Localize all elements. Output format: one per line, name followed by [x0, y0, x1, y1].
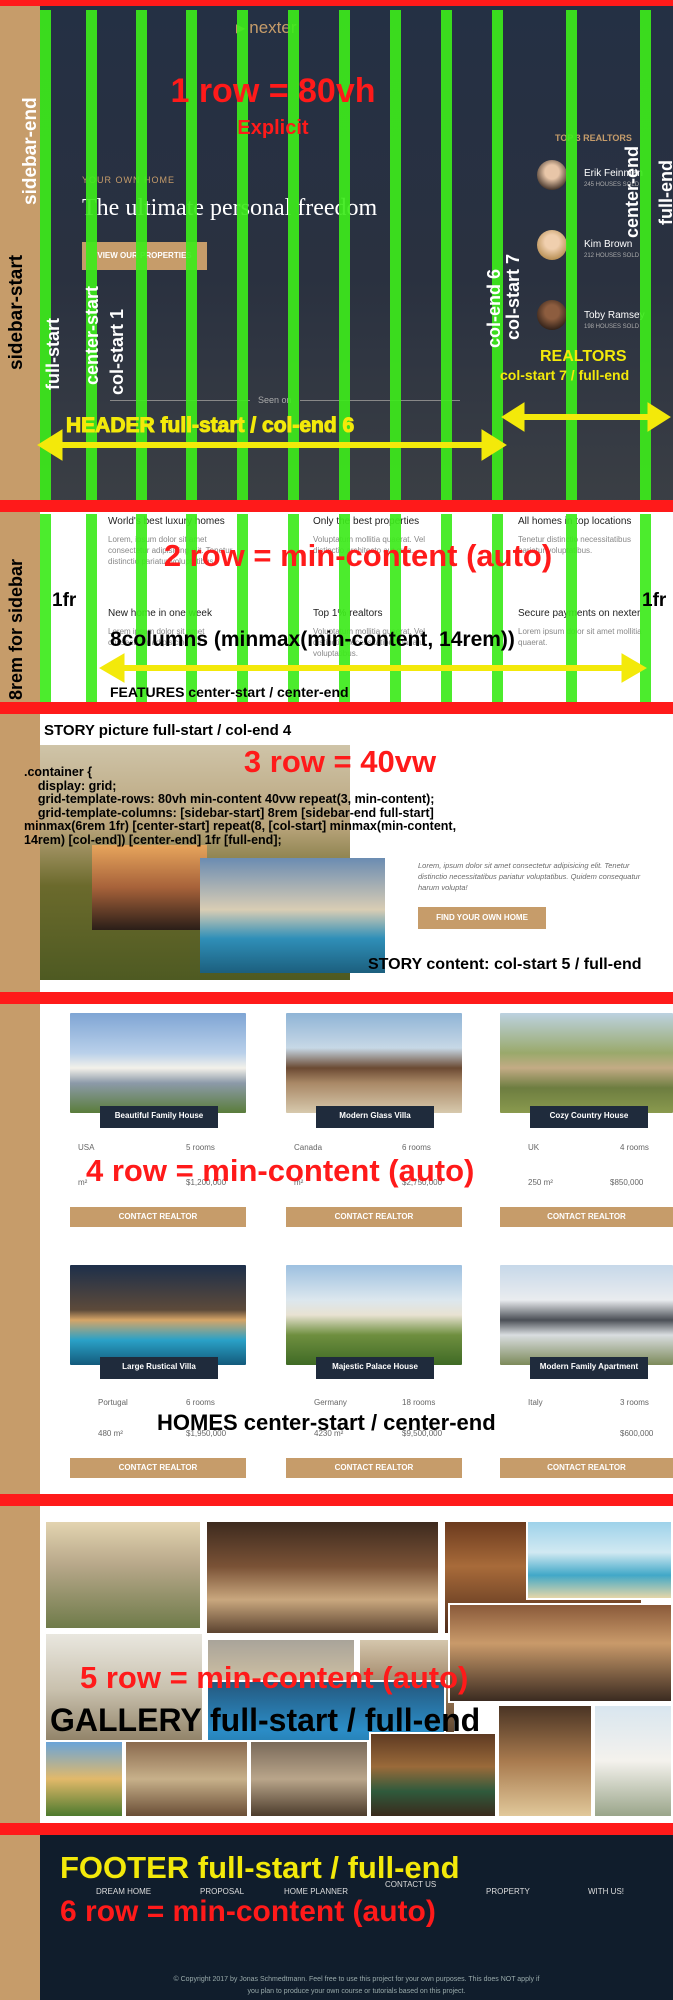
realtors-span-arrow-right-head [647, 402, 671, 432]
code-line-3: grid-template-rows: 80vh min-content 40v… [24, 792, 435, 806]
story-content-label: STORY content: col-start 5 / full-end [368, 956, 642, 973]
code-line-2: display: grid; [24, 778, 117, 793]
row-4-label: 4 row = min-content (auto) [86, 1153, 475, 1188]
features-span-arrow-right-head [621, 653, 647, 683]
header-area-label: HEADER full-start / col-end 6 [65, 414, 355, 438]
row-2-label: 2 row = min-content (auto) [163, 538, 553, 573]
code-line-6: 14rem) [col-end]) [center-end] 1fr [full… [24, 832, 282, 847]
fr-right-label: 1fr [642, 590, 667, 611]
columns-note-label: 8columns (minmax(min-content, 14rem)) [110, 628, 515, 651]
header-span-arrow-left-head [37, 429, 63, 461]
homes-area-label: HOMES center-start / center-end [157, 1410, 496, 1435]
header-span-arrow-right-head [481, 429, 507, 461]
story-picture-label: STORY picture full-start / col-end 4 [44, 722, 292, 739]
features-span-arrow-left-head [99, 653, 125, 683]
grid-css-code: .container { display: grid; grid-templat… [24, 765, 457, 847]
sidebar-width-label: 8rem for sidebar [6, 558, 26, 700]
code-line-1: .container { [24, 765, 93, 779]
row-6-label: 6 row = min-content (auto) [60, 1895, 436, 1928]
features-area-label: FEATURES center-start / center-end [110, 684, 349, 700]
code-line-4: grid-template-columns: [sidebar-start] 8… [24, 805, 434, 820]
row-5-label: 5 row = min-content (auto) [80, 1660, 469, 1695]
realtors-span-arrow-left-head [501, 402, 525, 432]
fr-left-label: 1fr [52, 590, 77, 611]
gallery-area-label: GALLERY full-start / full-end [50, 1702, 481, 1738]
annotation-arrows [37, 402, 671, 683]
code-line-5: minmax(6rem 1fr) [center-start] repeat(8… [24, 819, 457, 833]
diagram-canvas: { "header": { "logo": "nexter", "row_lab… [0, 0, 673, 2000]
footer-area-label: FOOTER full-start / full-end [60, 1850, 460, 1885]
